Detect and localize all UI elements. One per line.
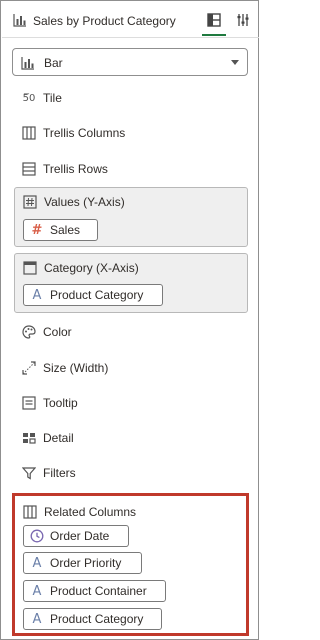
size-label: Size (Width) (43, 361, 109, 375)
tile-label: Tile (43, 91, 62, 105)
trellis-rows-label: Trellis Rows (43, 162, 108, 176)
related-columns-section[interactable]: Related Columns Order Date A Order Prior… (12, 493, 249, 636)
related-columns-label: Related Columns (44, 505, 137, 519)
tile-drop-target[interactable]: 5̅0 Tile (22, 89, 62, 107)
values-chip-sales[interactable]: # Sales (23, 219, 98, 241)
chip-label: Product Container (50, 584, 147, 598)
category-title: Category (X-Axis) (23, 261, 139, 275)
bar-chart-icon (21, 57, 34, 70)
attribute-icon: A (32, 583, 42, 599)
attribute-icon: A (32, 287, 42, 303)
values-title: Values (Y-Axis) (23, 195, 125, 209)
columns-icon (23, 505, 37, 519)
chip-label: Product Category (50, 288, 144, 302)
visualization-type-select[interactable]: Bar (12, 48, 248, 76)
properties-tab[interactable] (231, 10, 255, 36)
tooltip-label: Tooltip (43, 396, 78, 410)
chip-label: Order Priority (50, 556, 122, 570)
related-chip-order-priority[interactable]: A Order Priority (23, 552, 142, 574)
chevron-down-icon (231, 60, 239, 65)
trellis-columns-label: Trellis Columns (43, 126, 126, 140)
properties-panel: Sales by Product Category Bar 5̅0 Tile T… (0, 0, 259, 640)
related-chip-order-date[interactable]: Order Date (23, 525, 129, 547)
trellis-columns-drop-target[interactable]: Trellis Columns (22, 124, 125, 142)
filters-drop-target[interactable]: Filters (22, 464, 76, 482)
detail-drop-target[interactable]: Detail (22, 429, 74, 447)
size-drop-target[interactable]: Size (Width) (22, 359, 108, 377)
related-chip-product-container[interactable]: A Product Container (23, 580, 166, 602)
panel-title: Sales by Product Category (33, 14, 176, 28)
related-chip-product-category[interactable]: A Product Category (23, 608, 162, 630)
values-drop-target[interactable]: Values (Y-Axis) # Sales (14, 187, 248, 247)
attribute-icon: A (32, 611, 42, 627)
bar-chart-icon (13, 14, 26, 27)
chip-label: Order Date (50, 529, 110, 543)
category-label: Category (X-Axis) (44, 261, 139, 275)
sliders-icon (237, 14, 249, 26)
clock-icon (30, 529, 44, 543)
chip-label: Product Category (50, 612, 144, 626)
trellis-columns-icon (22, 126, 36, 140)
values-label: Values (Y-Axis) (44, 195, 125, 209)
trellis-rows-icon (22, 162, 36, 176)
resize-icon (22, 361, 36, 375)
color-label: Color (43, 325, 72, 339)
layout-icon (207, 13, 221, 27)
related-columns-title: Related Columns (23, 505, 136, 519)
category-drop-target[interactable]: Category (X-Axis) A Product Category (14, 253, 248, 313)
category-chip-product-category[interactable]: A Product Category (23, 284, 163, 306)
palette-icon (22, 325, 36, 339)
filter-icon (22, 467, 36, 480)
category-icon (23, 261, 37, 275)
layout-tab[interactable] (202, 10, 226, 36)
color-drop-target[interactable]: Color (22, 323, 72, 341)
tooltip-drop-target[interactable]: Tooltip (22, 394, 78, 412)
hash-icon (23, 195, 37, 209)
trellis-rows-drop-target[interactable]: Trellis Rows (22, 160, 108, 178)
detail-icon (23, 433, 36, 444)
detail-label: Detail (43, 431, 74, 445)
attribute-icon: A (32, 555, 42, 571)
tooltip-icon (22, 396, 36, 410)
panel-header: Sales by Product Category (2, 2, 259, 38)
tile-icon: 5̅0 (22, 92, 36, 104)
visualization-type-label: Bar (44, 56, 63, 70)
measure-icon: # (31, 222, 43, 238)
chip-label: Sales (50, 223, 81, 237)
filters-label: Filters (43, 466, 76, 480)
